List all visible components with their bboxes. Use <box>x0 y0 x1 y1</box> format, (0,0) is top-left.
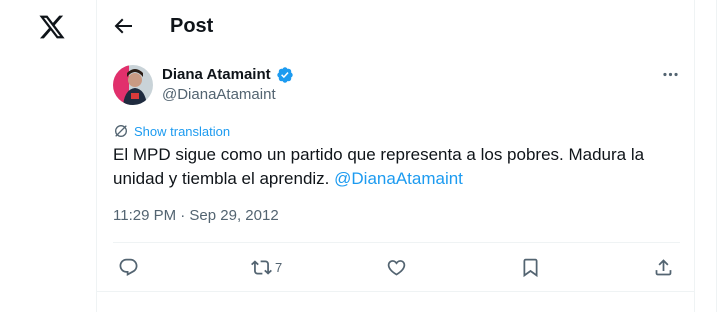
author-handle[interactable]: @DianaAtamaint <box>162 86 276 104</box>
bookmark-icon <box>523 258 538 277</box>
reply-icon <box>119 258 138 276</box>
like-button[interactable] <box>386 256 407 278</box>
like-icon <box>387 259 406 276</box>
left-nav <box>0 0 97 312</box>
mention-link[interactable]: @DianaAtamaint <box>334 169 463 188</box>
verified-badge-icon <box>277 67 293 83</box>
retweet-count: 7 <box>275 259 283 275</box>
retweet-button[interactable]: 7 <box>251 256 282 278</box>
post-column: Post Diana Atamaint @DianaAtamaint Show … <box>96 0 695 312</box>
avatar[interactable] <box>113 65 153 105</box>
retweet-icon <box>251 259 272 275</box>
back-arrow-icon[interactable] <box>111 14 135 38</box>
bookmark-button[interactable] <box>520 256 541 278</box>
bottom-divider <box>97 291 694 292</box>
divider <box>113 242 680 243</box>
reply-button[interactable] <box>118 256 139 278</box>
show-translation-label: Show translation <box>134 123 231 139</box>
translate-icon <box>115 125 127 137</box>
x-logo-icon[interactable] <box>38 13 66 41</box>
tweet-text: El MPD sigue como un partido que represe… <box>113 143 673 191</box>
share-icon <box>655 258 672 275</box>
tweet-timestamp[interactable]: 11:29 PM · Sep 29, 2012 <box>113 207 279 225</box>
page-title: Post <box>170 15 214 37</box>
more-icon[interactable] <box>661 65 680 84</box>
author-name[interactable]: Diana Atamaint <box>162 66 271 84</box>
show-translation-link[interactable]: Show translation <box>113 122 230 140</box>
post-header: Post <box>97 0 694 53</box>
right-panel-edge <box>716 0 727 312</box>
share-button[interactable] <box>653 256 674 278</box>
